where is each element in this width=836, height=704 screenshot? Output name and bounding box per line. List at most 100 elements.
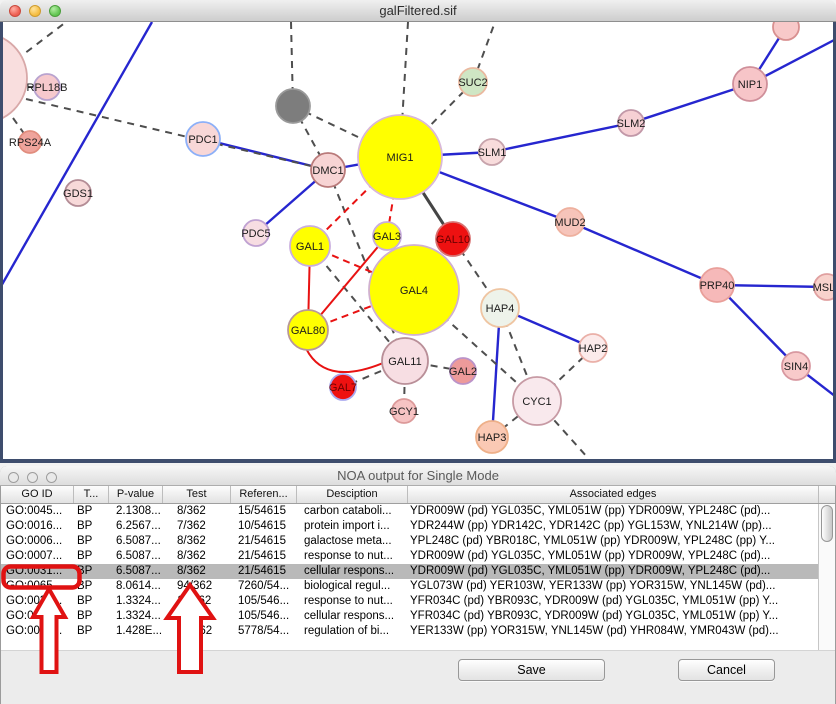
node-unlabeled[interactable]: [276, 89, 310, 123]
node-label: NIP1: [738, 79, 762, 91]
node-label: HAP2: [579, 343, 608, 355]
table-cell: protein import i...: [304, 520, 408, 534]
table-cell: GO:0007...: [6, 550, 74, 564]
table-row[interactable]: GO:0065...BP8.0614...94/3627260/54...bio…: [1, 579, 819, 594]
close-icon[interactable]: [9, 5, 21, 17]
network-canvas[interactable]: RPL18BRPS24AGDS1PDC1DMC1MIG1SUC2NIP1SLM2…: [0, 22, 836, 463]
node-label: MUD2: [554, 217, 585, 229]
column-header-test[interactable]: Test: [163, 486, 231, 503]
column-header-desciption[interactable]: Desciption: [297, 486, 408, 503]
table-cell: BP: [77, 565, 109, 579]
table-cell: YDR009W (pd) YGL035C, YML051W (pp) YDR00…: [410, 550, 819, 564]
network-window-title: galFiltered.sif: [0, 0, 836, 21]
save-button[interactable]: Save: [458, 659, 605, 681]
node-label: RPS24A: [9, 137, 52, 149]
table-cell: 10/54615: [238, 520, 297, 534]
column-header-referen[interactable]: Referen...: [231, 486, 297, 503]
table-cell: 1.3324...: [116, 595, 163, 609]
node-label: PDC5: [241, 228, 270, 240]
table-cell: BP: [77, 610, 109, 624]
noa-output-window: NOA output for Single Mode GO IDT...P-va…: [0, 466, 836, 704]
table-cell: 11/362: [177, 595, 231, 609]
node-label: GAL10: [436, 234, 470, 246]
table-cell: 2.1308...: [116, 505, 163, 519]
noa-window-title: NOA output for Single Mode: [0, 466, 836, 485]
cancel-button[interactable]: Cancel: [678, 659, 775, 681]
table-cell: 8/362: [177, 550, 231, 564]
table-cell: 7260/54...: [238, 580, 297, 594]
table-cell: 6.5087...: [116, 565, 163, 579]
table-cell: BP: [77, 625, 109, 639]
column-header-go-id[interactable]: GO ID: [1, 486, 74, 503]
table-cell: GO:0016...: [6, 520, 74, 534]
node-label: SLM2: [617, 118, 646, 130]
table-row[interactable]: GO:0031...BP1.3324...11/362105/546...res…: [1, 594, 819, 609]
column-header-t[interactable]: T...: [74, 486, 109, 503]
table-cell: GO:0006...: [6, 535, 74, 549]
table-cell: 6.2567...: [116, 520, 163, 534]
table-cell: BP: [77, 550, 109, 564]
node-label: DMC1: [312, 165, 343, 177]
table-cell: 21/54615: [238, 550, 297, 564]
edge: [492, 123, 631, 152]
column-header-p-value[interactable]: P-value: [109, 486, 163, 503]
header-corner: [819, 486, 835, 503]
table-cell: BP: [77, 505, 109, 519]
node-unlabeled[interactable]: [773, 22, 799, 40]
table-cell: 15/54615: [238, 505, 297, 519]
table-cell: 5778/54...: [238, 625, 297, 639]
table-row[interactable]: GO:0050...BP1.428E...80/3625778/54...reg…: [1, 624, 819, 639]
node-label: HAP4: [486, 303, 515, 315]
table-cell: BP: [77, 580, 109, 594]
column-header-associated-edges[interactable]: Associated edges: [408, 486, 819, 503]
node-label: HAP3: [478, 432, 507, 444]
table-cell: GO:0045...: [6, 505, 74, 519]
table-row[interactable]: GO:0031...BP1.3324...11/362105/546...cel…: [1, 609, 819, 624]
table-row[interactable]: GO:0045...BP2.1308...8/36215/54615carbon…: [1, 504, 819, 519]
table-cell: 7/362: [177, 520, 231, 534]
table-cell: YER133W (pp) YOR315W, YNL145W (pd) YHR08…: [410, 625, 819, 639]
table-cell: 21/54615: [238, 535, 297, 549]
node-label: GCY1: [389, 406, 419, 418]
traffic-lights: [9, 0, 61, 22]
table-row[interactable]: GO:0007...BP6.5087...8/36221/54615respon…: [1, 549, 819, 564]
table-cell: BP: [77, 535, 109, 549]
zoom-icon[interactable]: [49, 5, 61, 17]
table-cell: carbon cataboli...: [304, 505, 408, 519]
table-cell: BP: [77, 595, 109, 609]
node-label: GAL7: [329, 382, 357, 394]
zoom-icon[interactable]: [46, 472, 57, 483]
table-cell: YDR009W (pd) YGL035C, YML051W (pp) YDR00…: [410, 565, 819, 579]
table-row[interactable]: GO:0006...BP6.5087...8/36221/54615galact…: [1, 534, 819, 549]
node-label: SLM1: [478, 147, 507, 159]
table-cell: 1.428E...: [116, 625, 163, 639]
table-cell: YDR009W (pd) YGL035C, YML051W (pp) YDR00…: [410, 505, 819, 519]
vertical-scrollbar[interactable]: [818, 504, 835, 650]
minimize-icon[interactable]: [27, 472, 38, 483]
node-label: MIG1: [387, 152, 414, 164]
node-label: GAL4: [400, 285, 428, 297]
close-icon[interactable]: [8, 472, 19, 483]
table-cell: GO:0031...: [6, 610, 74, 624]
table-cell: YFR034C (pd) YBR093C, YDR009W (pd) YGL03…: [410, 595, 819, 609]
table-cell: regulation of bi...: [304, 625, 408, 639]
node-label: RPL18B: [27, 82, 68, 94]
table-cell: 105/546...: [238, 595, 297, 609]
node-label: PRP40: [700, 280, 735, 292]
network-window: galFiltered.sif RPL18BRPS24AGDS1PDC1DMC1…: [0, 0, 836, 463]
table-cell: GO:0065...: [6, 580, 74, 594]
table-cell: 105/546...: [238, 610, 297, 624]
node-unlabeled[interactable]: [0, 33, 27, 123]
table-cell: 11/362: [177, 610, 231, 624]
table-body: GO:0045...BP2.1308...8/36215/54615carbon…: [1, 504, 819, 650]
minimize-icon[interactable]: [29, 5, 41, 17]
node-label: GAL1: [296, 241, 324, 253]
table-cell: 21/54615: [238, 565, 297, 579]
table-row-selected[interactable]: GO:0031...BP6.5087...8/36221/54615cellul…: [1, 564, 819, 579]
table-cell: 8.0614...: [116, 580, 163, 594]
noa-window-titlebar[interactable]: NOA output for Single Mode: [0, 466, 836, 486]
scrollbar-thumb[interactable]: [821, 505, 833, 542]
table-cell: galactose meta...: [304, 535, 408, 549]
table-row[interactable]: GO:0016...BP6.2567...7/36210/54615protei…: [1, 519, 819, 534]
network-window-titlebar[interactable]: galFiltered.sif: [0, 0, 836, 22]
